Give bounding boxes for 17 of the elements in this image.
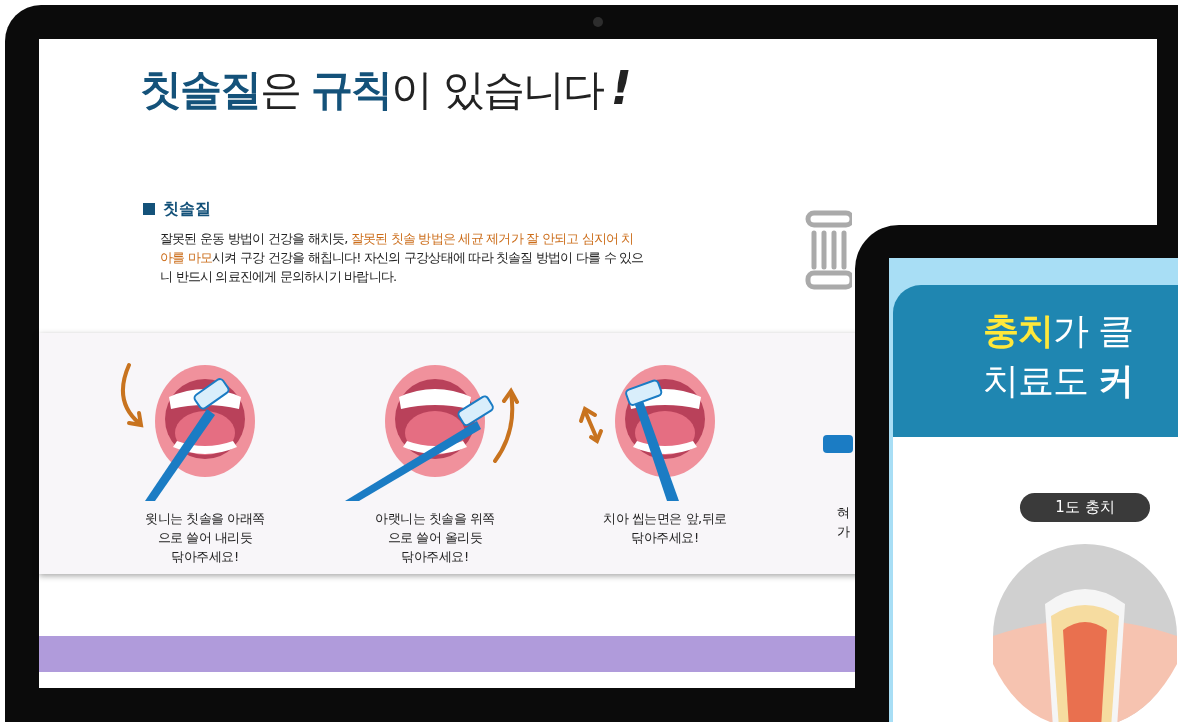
step-caption: 혀 가 (837, 504, 850, 541)
step-caption: 윗니는 칫솔을 아래쪽 으로 쓸어 내리듯 닦아주세요! (145, 510, 265, 566)
page-title: 칫솔질은 규칙이 있습니다 (140, 69, 603, 111)
banner-title-line: 충치가 클 (983, 309, 1135, 353)
banner-title-line: 치료도 커 (983, 359, 1135, 403)
double-arrow-icon (579, 406, 603, 445)
step-caption: 아랫니는 칫솔을 위쪽 으로 쓸어 올리듯 닦아주세요! (375, 510, 495, 566)
curved-arrow-icon (493, 387, 519, 463)
section-paragraph: 잘못된 운동 방법이 건강을 해치듯, 잘못된 칫솔 방법은 세균 제거가 잘 안되고 심지어 치아를 마모시켜 구강 건강을 해칩니다! 자신의 구강상태에 따라 칫솔질 방법이 다를 수 있으니 반드시 의료진에게 문의하시기 바랍니다. (160, 230, 644, 286)
section-heading: 칫솔질 (163, 198, 211, 220)
square-bullet-icon (143, 203, 155, 215)
curved-arrow-icon (120, 363, 144, 428)
toothbrush-drawing (823, 435, 853, 453)
camera-icon (593, 17, 603, 27)
step-caption: 치아 씹는면은 앞,뒤로 닦아주세요! (603, 510, 727, 547)
exclamation-mark: ! (610, 65, 632, 111)
stage-badge: 1도 충치 (1020, 493, 1150, 522)
